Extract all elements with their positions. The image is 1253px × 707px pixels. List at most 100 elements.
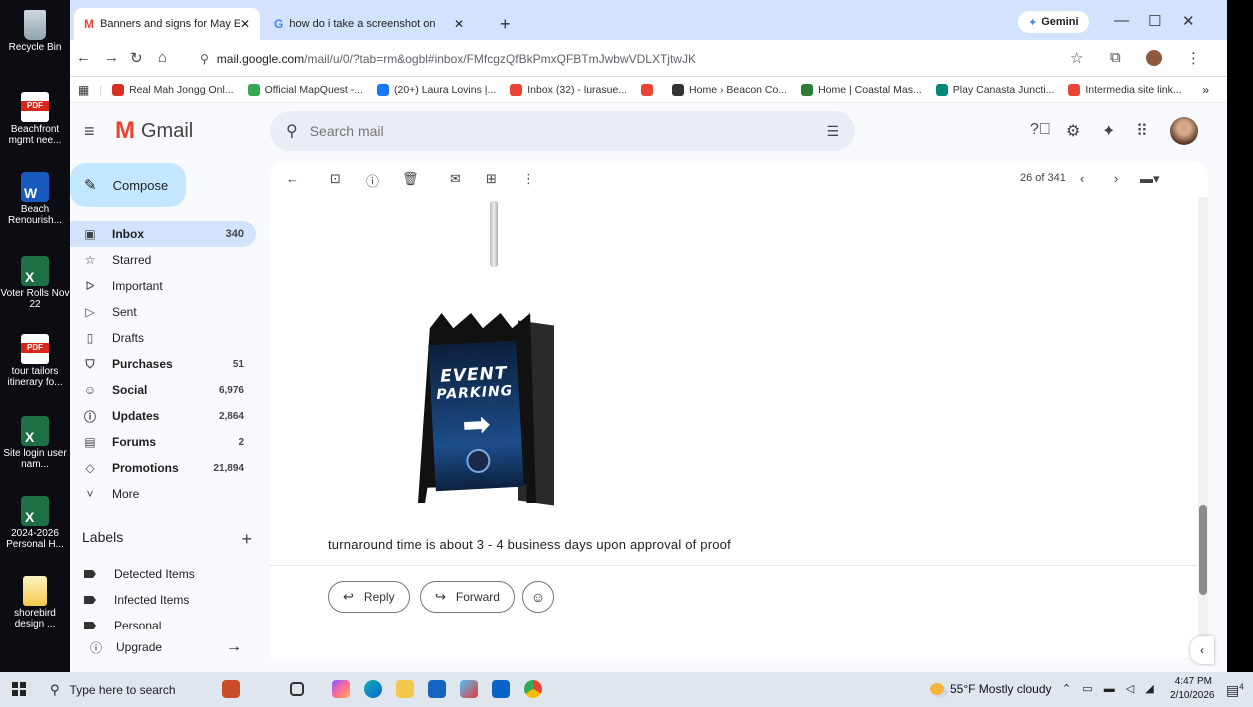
new-tab-button[interactable]: + [500, 14, 511, 35]
browser-menu-icon[interactable]: ⋮ [1186, 49, 1201, 67]
add-label-icon[interactable]: + [241, 529, 252, 550]
bookmark-star-icon[interactable]: ☆ [1070, 49, 1083, 67]
nav-item-sent[interactable]: ▷ Sent [70, 299, 256, 325]
nav-item-drafts[interactable]: ▯ Drafts [70, 325, 256, 351]
label-item[interactable]: Infected Items [70, 587, 256, 613]
start-windows-icon[interactable] [12, 682, 26, 696]
store-icon[interactable] [428, 680, 446, 698]
google-apps-icon[interactable]: ⠿ [1136, 121, 1148, 141]
report-spam-icon[interactable]: ⓘ [366, 171, 379, 190]
nav-item-purchases[interactable]: ⛉ Purchases 51 [70, 351, 256, 377]
photos-icon[interactable] [460, 680, 478, 698]
newer-icon[interactable]: ‹ [1080, 171, 1084, 186]
gemini-sparkle-icon[interactable]: ✦ [1102, 121, 1115, 141]
move-to-icon[interactable]: ⊞ [486, 171, 497, 187]
system-tray-icons[interactable]: ⌃ ▭ ▬ ◁ ◢ [1062, 682, 1158, 695]
search-icon[interactable]: ⚲ [286, 121, 298, 141]
weather-widget[interactable]: 55°F Mostly cloudy [930, 682, 1052, 696]
edge-icon[interactable] [364, 680, 382, 698]
help-icon[interactable]: ?⃝ [1030, 121, 1051, 139]
screenshot-icon[interactable]: ⧉ [1110, 49, 1121, 66]
nav-item-promotions[interactable]: ◇ Promotions 21,894 [70, 455, 256, 481]
more-actions-icon[interactable]: ⋮ [522, 171, 535, 187]
bookmark-item[interactable]: Home | Coastal Mas... [801, 83, 922, 96]
home-icon[interactable]: ⌂ [158, 49, 167, 66]
bookmark-item[interactable] [641, 83, 658, 96]
upgrade-button[interactable]: ⓘ Upgrade → [70, 629, 256, 665]
main-menu-icon[interactable]: ≡ [84, 121, 95, 142]
nav-item-starred[interactable]: ☆ Starred [70, 247, 256, 273]
site-info-icon[interactable]: ⚲ [200, 52, 209, 66]
nav-item-forums[interactable]: ▤ Forums 2 [70, 429, 256, 455]
url-field[interactable]: ⚲ mail.google.com/mail/u/0/?tab=rm&ogbl#… [200, 47, 1110, 71]
label-item[interactable]: Detected Items [70, 561, 256, 587]
apps-grid-icon[interactable]: ▦ [78, 83, 89, 97]
notification-center-icon[interactable]: ▤4 [1226, 682, 1244, 699]
outlook-icon[interactable] [492, 680, 510, 698]
bookmark-item[interactable]: (20+) Laura Lovins |... [377, 83, 496, 96]
nav-item-more[interactable]: ˅ More [70, 481, 256, 507]
bookmark-item[interactable]: Home › Beacon Co... [672, 83, 787, 96]
gmail-logo[interactable]: M Gmail [115, 117, 193, 145]
profile-avatar[interactable] [1146, 50, 1162, 66]
close-window-icon[interactable]: ✕ [1182, 12, 1195, 30]
nav-item-important[interactable]: ᐅ Important [70, 273, 256, 299]
task-view-icon[interactable] [290, 682, 304, 696]
nav-item-inbox[interactable]: ▣ Inbox 340 [70, 221, 256, 247]
bookmark-item[interactable]: Intermedia site link... [1068, 83, 1182, 96]
bookmark-label: Home | Coastal Mas... [818, 83, 922, 96]
compose-button[interactable]: ✎ Compose [70, 163, 186, 207]
scroll-thumb[interactable] [1199, 505, 1207, 595]
bookmark-item[interactable]: Official MapQuest -... [247, 83, 363, 96]
archive-icon[interactable]: ⊡ [330, 171, 341, 187]
message-scrollbar[interactable] [1198, 197, 1208, 657]
nav-item-social[interactable]: ☺ Social 6,976 [70, 377, 256, 403]
maximize-icon[interactable]: ☐ [1148, 12, 1161, 30]
nav-label: Drafts [112, 331, 145, 345]
desktop-icon-pdf[interactable]: tour tailors itinerary fo... [0, 334, 70, 388]
bookmarks-overflow-icon[interactable]: » [1202, 83, 1209, 97]
copilot-icon[interactable] [332, 680, 350, 698]
bookmark-item[interactable]: Real Mah Jongg Onl... [112, 83, 234, 96]
delete-icon[interactable]: 🗑 [402, 171, 419, 187]
forward-button[interactable]: ↪ Forward [420, 581, 515, 613]
desktop-icon-folder[interactable]: shorebird design ... [0, 576, 70, 630]
bookmark-favicon-icon [377, 83, 389, 96]
desktop-icon-excel[interactable]: Voter Rolls Nov 22 [0, 256, 70, 310]
file-explorer-icon[interactable] [396, 680, 414, 698]
bookmark-item[interactable]: Play Canasta Juncti... [935, 83, 1054, 96]
minimize-icon[interactable]: — [1114, 12, 1129, 29]
reload-icon[interactable]: ↻ [130, 49, 143, 67]
clock[interactable]: 4:47 PM 2/10/2026 [1170, 675, 1215, 703]
input-tools-icon[interactable]: ▬▾ [1140, 171, 1160, 187]
account-avatar[interactable] [1170, 117, 1198, 145]
desktop-icon-label: Site login user nam... [3, 448, 67, 470]
gemini-button[interactable]: ✦ Gemini [1018, 11, 1089, 33]
desktop-icon-bin[interactable]: Recycle Bin [0, 10, 70, 53]
desktop-icon-excel[interactable]: 2024-2026 Personal H... [0, 496, 70, 550]
tab-gmail[interactable]: M Banners and signs for May Even ✕ [74, 8, 260, 40]
tab-google-search[interactable]: G how do i take a screenshot on ✕ [264, 8, 474, 40]
side-panel-toggle-icon[interactable]: ‹ [1190, 636, 1214, 664]
gift-promo-icon[interactable] [222, 680, 240, 698]
desktop-icon-word[interactable]: Beach Renourish... [0, 172, 70, 226]
search-input[interactable] [309, 123, 790, 139]
forward-icon[interactable]: → [104, 49, 119, 66]
taskbar-search[interactable]: ⚲ Type here to search [50, 678, 218, 702]
close-tab-icon[interactable]: ✕ [240, 17, 250, 31]
close-tab-icon[interactable]: ✕ [454, 17, 464, 31]
search-options-icon[interactable]: ☰ [826, 123, 839, 140]
emoji-reaction-button[interactable]: ☺ [522, 581, 554, 613]
desktop-icon-pdf[interactable]: Beachfront mgmt nee... [0, 92, 70, 146]
older-icon[interactable]: › [1114, 171, 1118, 186]
back-icon[interactable]: ← [76, 49, 91, 66]
back-to-inbox-icon[interactable]: ← [286, 171, 299, 186]
mark-unread-icon[interactable]: ✉ [450, 171, 461, 187]
chrome-icon[interactable] [524, 680, 542, 698]
reply-button[interactable]: ↩ Reply [328, 581, 410, 613]
nav-item-updates[interactable]: ⓘ Updates 2,864 [70, 403, 256, 429]
bookmark-item[interactable]: Inbox (32) - lurasue... [510, 83, 627, 96]
settings-gear-icon[interactable]: ⚙ [1066, 121, 1080, 141]
desktop-icon-excel[interactable]: Site login user nam... [0, 416, 70, 470]
clock-time: 4:47 PM [1174, 676, 1212, 687]
